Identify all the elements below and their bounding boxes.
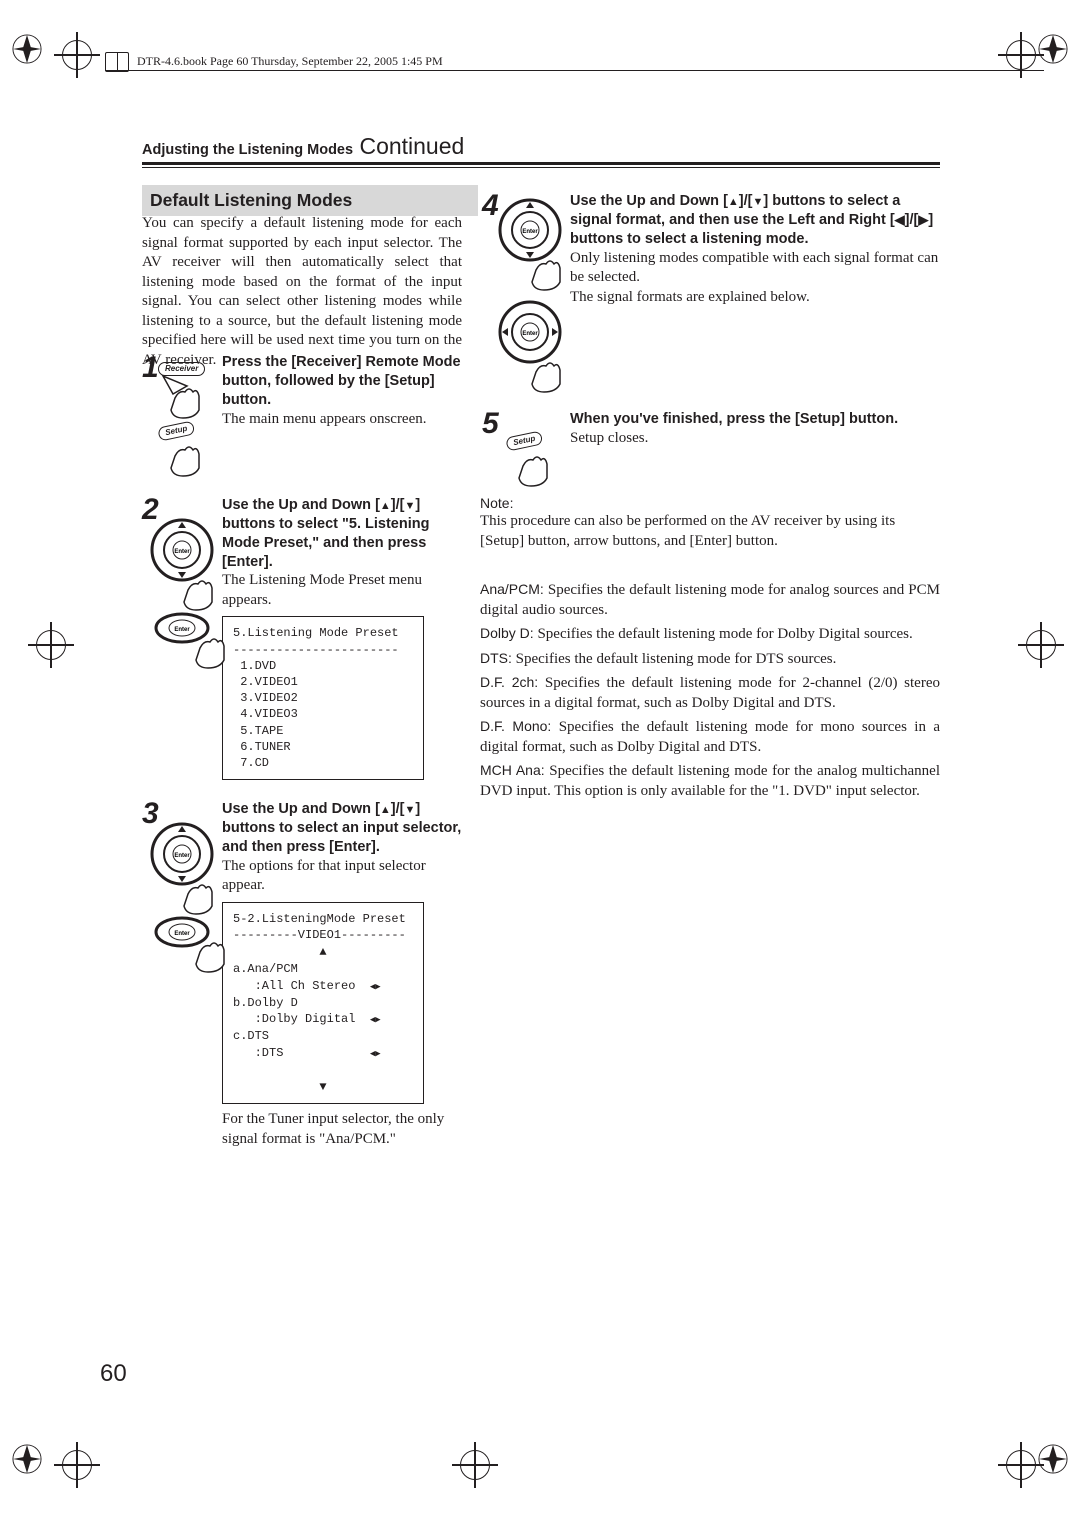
star-mark <box>1038 34 1068 64</box>
svg-text:Enter: Enter <box>174 549 190 555</box>
up-triangle-icon: ▲ <box>728 196 739 208</box>
intro-text: You can specify a default listening mode… <box>142 214 462 370</box>
page-title: Adjusting the Listening Modes Continued <box>142 132 464 162</box>
hand-press-icon <box>168 866 218 916</box>
rule <box>142 162 940 165</box>
star-mark <box>12 1444 42 1474</box>
step-3-bold: Use the Up and Down [▲]/[▼] buttons to s… <box>222 800 462 857</box>
term: MCH Ana: <box>480 762 545 778</box>
page-title-cont: Continued <box>353 133 464 159</box>
step-3-footnote: For the Tuner input selector, the only s… <box>222 1110 462 1149</box>
step-3-body: The options for that input selector appe… <box>222 857 462 896</box>
term: D.F. Mono: <box>480 718 551 734</box>
right-triangle-icon: ▶ <box>918 212 928 227</box>
step-2: Use the Up and Down [▲]/[▼] buttons to s… <box>222 496 462 780</box>
hand-press-icon <box>180 620 230 670</box>
up-triangle-icon: ▲ <box>380 804 391 816</box>
down-triangle-icon: ▼ <box>404 804 415 816</box>
book-icon <box>105 52 129 72</box>
reg-mark <box>460 1450 490 1480</box>
step-1: Press the [Receiver] Remote Mode button,… <box>222 353 462 429</box>
page-title-bold: Adjusting the Listening Modes <box>142 142 353 158</box>
reg-mark <box>62 1450 92 1480</box>
step-5-body: Setup closes. <box>570 429 940 449</box>
manual-page: DTR-4.6.book Page 60 Thursday, September… <box>0 0 1080 1527</box>
svg-text:Enter: Enter <box>522 229 538 235</box>
term: D.F. 2ch: <box>480 674 538 690</box>
term: DTS: <box>480 650 512 666</box>
step-5-bold: When you've finished, press the [Setup] … <box>570 410 940 429</box>
reg-mark <box>1006 40 1036 70</box>
doc-header-text: DTR-4.6.book Page 60 Thursday, September… <box>137 54 443 70</box>
step-1-bold: Press the [Receiver] Remote Mode button,… <box>222 353 462 410</box>
down-triangle-icon: ▼ <box>752 196 763 208</box>
step-number: 5 <box>482 404 499 443</box>
step-4-body2: The signal formats are explained below. <box>570 288 940 308</box>
reg-mark <box>1006 1450 1036 1480</box>
term: Ana/PCM: <box>480 581 544 597</box>
star-mark <box>12 34 42 64</box>
step-5: When you've finished, press the [Setup] … <box>570 410 940 448</box>
term: Dolby D: <box>480 625 534 641</box>
hand-press-icon <box>168 562 218 612</box>
hand-press-icon <box>180 924 230 974</box>
rule <box>105 70 1044 71</box>
screen-preview: 5.Listening Mode Preset ----------------… <box>222 616 424 780</box>
reg-mark <box>62 40 92 70</box>
hand-press-icon <box>155 370 205 420</box>
hand-press-icon <box>516 344 566 394</box>
svg-text:Enter: Enter <box>174 853 190 859</box>
svg-text:Enter: Enter <box>522 331 538 337</box>
step-4-bold: Use the Up and Down [▲]/[▼] buttons to s… <box>570 192 940 249</box>
hand-press-icon <box>516 242 566 292</box>
section-title: Default Listening Modes <box>142 185 478 216</box>
step-3: Use the Up and Down [▲]/[▼] buttons to s… <box>222 800 462 1149</box>
doc-header: DTR-4.6.book Page 60 Thursday, September… <box>105 52 443 72</box>
up-triangle-icon: ▲ <box>380 500 391 512</box>
note-body: This procedure can also be performed on … <box>480 512 940 551</box>
step-2-bold: Use the Up and Down [▲]/[▼] buttons to s… <box>222 496 462 571</box>
rule <box>142 167 940 168</box>
step-1-body: The main menu appears onscreen. <box>222 410 462 430</box>
left-triangle-icon: ◀ <box>895 212 905 227</box>
down-triangle-icon: ▼ <box>404 500 415 512</box>
hand-press-icon <box>503 438 553 488</box>
screen-preview: 5-2.ListeningMode Preset ---------VIDEO1… <box>222 902 424 1105</box>
reg-mark <box>36 630 66 660</box>
step-2-body: The Listening Mode Preset menu appears. <box>222 571 462 610</box>
star-mark <box>1038 1444 1068 1474</box>
hand-press-icon <box>155 428 205 478</box>
reg-mark <box>1026 630 1056 660</box>
page-number: 60 <box>100 1358 127 1389</box>
step-number: 4 <box>482 186 499 225</box>
step-4: Use the Up and Down [▲]/[▼] buttons to s… <box>570 192 940 307</box>
definitions: Ana/PCM: Specifies the default listening… <box>480 580 940 805</box>
step-4-body1: Only listening modes compatible with eac… <box>570 249 940 288</box>
